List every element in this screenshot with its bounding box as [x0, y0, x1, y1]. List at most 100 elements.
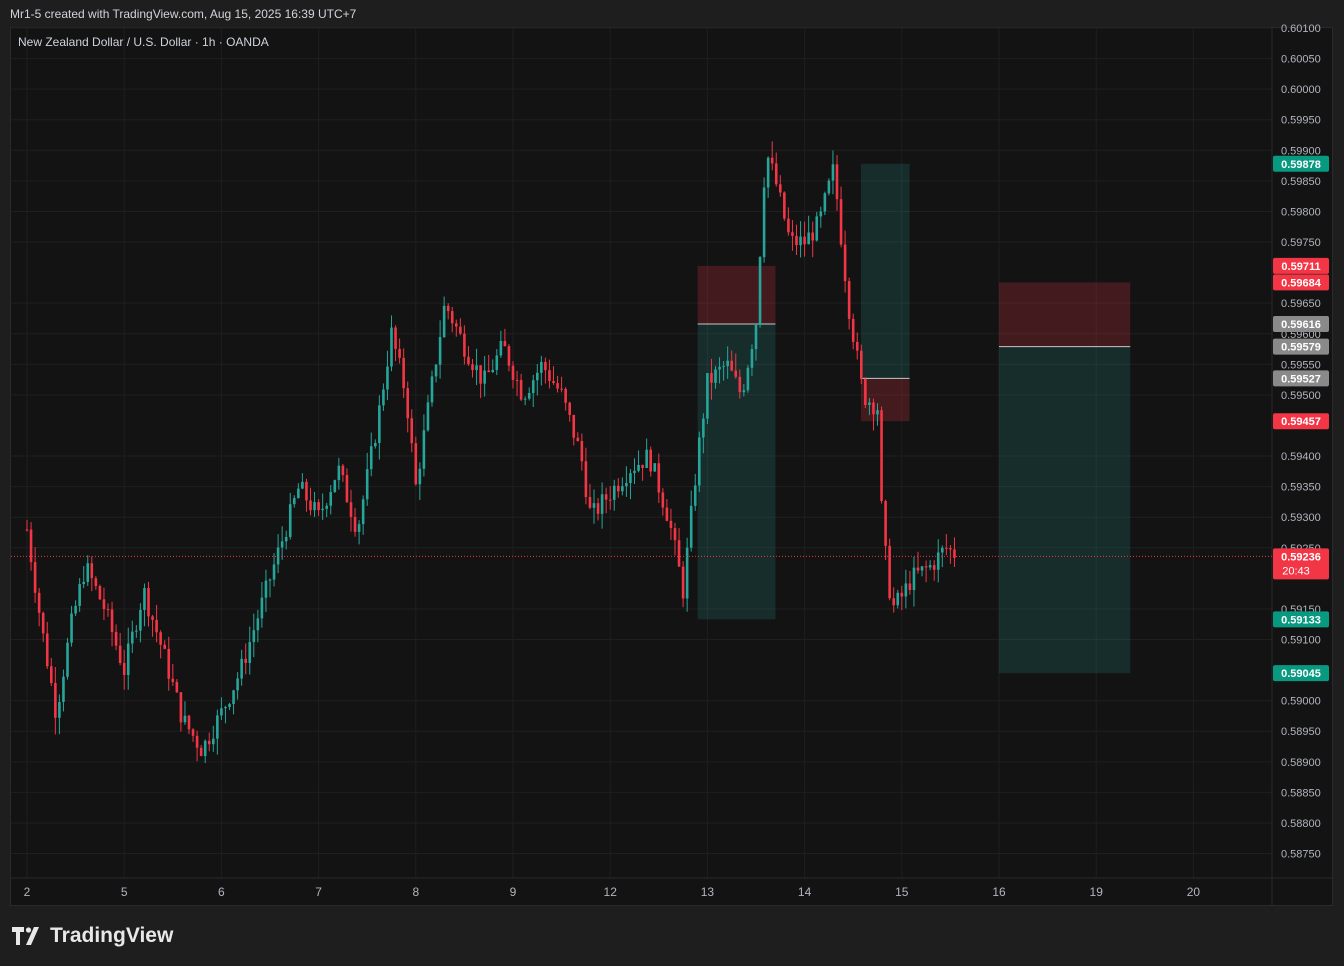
candle-body[interactable] [544, 361, 547, 371]
candle-body[interactable] [851, 318, 855, 342]
candle-body[interactable] [288, 504, 292, 537]
candle-body[interactable] [280, 541, 284, 548]
candle-body[interactable] [924, 566, 928, 568]
candle-body[interactable] [402, 357, 405, 389]
candle-body[interactable] [653, 463, 657, 472]
candle-body[interactable] [467, 356, 470, 365]
candle-body[interactable] [839, 199, 843, 245]
candle-body[interactable] [309, 500, 312, 511]
candle-body[interactable] [698, 437, 701, 486]
position-stop-zone[interactable] [999, 282, 1131, 347]
candle-body[interactable] [868, 402, 871, 406]
candle-body[interactable] [730, 360, 733, 371]
candle-body[interactable] [710, 373, 713, 383]
candle-body[interactable] [689, 505, 693, 548]
candle-body[interactable] [361, 499, 365, 525]
candle-body[interactable] [596, 503, 600, 514]
candle-body[interactable] [187, 715, 191, 730]
candle-body[interactable] [426, 402, 430, 431]
candle-body[interactable] [592, 503, 596, 508]
candle-body[interactable] [45, 633, 49, 667]
position-target-zone[interactable] [999, 346, 1131, 674]
candle-body[interactable] [147, 588, 150, 617]
candle-body[interactable] [762, 187, 766, 258]
candle-body[interactable] [151, 616, 154, 620]
candle-body[interactable] [171, 678, 175, 682]
candle-body[interactable] [540, 361, 543, 373]
candle-body[interactable] [564, 388, 567, 403]
candle-body[interactable] [588, 496, 592, 508]
candle-body[interactable] [774, 163, 778, 185]
candle-body[interactable] [78, 584, 81, 606]
candle-body[interactable] [62, 676, 65, 702]
candle-body[interactable] [483, 370, 486, 384]
candle-body[interactable] [677, 540, 681, 567]
candle-body[interactable] [321, 508, 324, 511]
candle-body[interactable] [268, 579, 272, 581]
candle-body[interactable] [337, 465, 341, 481]
candle-body[interactable] [382, 389, 385, 406]
candle-body[interactable] [284, 536, 288, 542]
candle-body[interactable] [811, 232, 814, 241]
candle-body[interactable] [750, 349, 754, 368]
tradingview-logo[interactable]: TradingView [12, 924, 173, 948]
candle-body[interactable] [783, 192, 786, 219]
candle-body[interactable] [54, 683, 57, 718]
candle-body[interactable] [766, 157, 770, 188]
candle-body[interactable] [199, 747, 203, 757]
candle-body[interactable] [892, 598, 895, 606]
candle-body[interactable] [916, 567, 920, 571]
candle-body[interactable] [459, 326, 462, 334]
candle-body[interactable] [438, 337, 442, 365]
candle-body[interactable] [386, 366, 389, 390]
candle-body[interactable] [195, 735, 199, 748]
candle-body[interactable] [155, 619, 158, 633]
candle-body[interactable] [272, 564, 276, 580]
candle-body[interactable] [855, 341, 859, 351]
candle-body[interactable] [175, 681, 179, 693]
candle-body[interactable] [220, 708, 223, 716]
candle-body[interactable] [455, 323, 458, 327]
candle-body[interactable] [693, 485, 697, 506]
candle-body[interactable] [406, 388, 409, 419]
candle-body[interactable] [487, 370, 490, 373]
candle-body[interactable] [98, 586, 102, 600]
candle-body[interactable] [681, 566, 685, 599]
candle-body[interactable] [949, 548, 952, 550]
candle-body[interactable] [317, 502, 320, 511]
candle-body[interactable] [163, 644, 166, 649]
candle-body[interactable] [248, 642, 252, 663]
candle-body[interactable] [232, 690, 235, 704]
candle-body[interactable] [236, 678, 239, 691]
candle-body[interactable] [608, 499, 612, 501]
candle-body[interactable] [714, 369, 717, 383]
candle-body[interactable] [463, 333, 466, 357]
candle-body[interactable] [414, 443, 418, 485]
candle-body[interactable] [560, 388, 563, 390]
candle-body[interactable] [604, 494, 608, 500]
candle-body[interactable] [928, 565, 932, 568]
candle-body[interactable] [941, 547, 944, 553]
candle-body[interactable] [600, 494, 604, 514]
candle-body[interactable] [523, 398, 527, 400]
candle-body[interactable] [507, 346, 511, 366]
candle-body[interactable] [207, 740, 211, 745]
candle-body[interactable] [945, 547, 948, 549]
candle-body[interactable] [240, 658, 243, 679]
candle-body[interactable] [66, 642, 69, 677]
candle-body[interactable] [860, 350, 863, 380]
candle-body[interactable] [685, 547, 689, 599]
candle-body[interactable] [313, 502, 316, 511]
candle-body[interactable] [661, 492, 665, 508]
candle-body[interactable] [936, 552, 940, 570]
candle-body[interactable] [264, 580, 268, 598]
candle-body[interactable] [527, 393, 531, 399]
candle-body[interactable] [394, 327, 397, 349]
candle-body[interactable] [25, 529, 29, 531]
candle-body[interactable] [657, 463, 661, 493]
candle-body[interactable] [33, 562, 37, 593]
candle-body[interactable] [536, 372, 539, 381]
candle-body[interactable] [629, 473, 632, 483]
candle-body[interactable] [410, 418, 414, 444]
candle-body[interactable] [799, 236, 802, 246]
